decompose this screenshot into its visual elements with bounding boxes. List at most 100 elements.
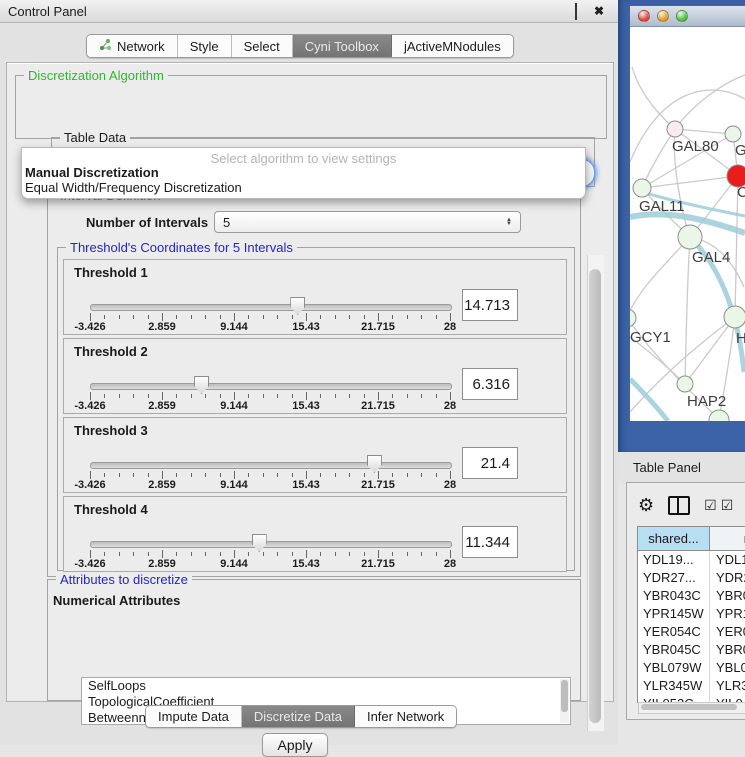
threshold-value-input[interactable]: 14.713	[462, 289, 518, 321]
table-row[interactable]: YLR345WYLR3	[638, 677, 745, 695]
network-window-titlebar[interactable]	[630, 6, 745, 27]
tick-mark	[90, 392, 91, 400]
network-edge[interactable]	[630, 237, 690, 318]
table-cell[interactable]: YER054C	[638, 623, 710, 641]
tick-mark	[421, 394, 422, 398]
table-panel-header: Table Panel	[618, 452, 745, 482]
table-cell[interactable]: YBL0	[710, 659, 745, 677]
column-header-1[interactable]: shared...	[638, 527, 710, 550]
table-cell[interactable]: YER0	[710, 623, 745, 641]
network-node-GAL4[interactable]	[678, 225, 702, 249]
table-cell[interactable]: YDR2	[710, 569, 745, 587]
float-window-icon[interactable]	[572, 4, 590, 19]
table-row[interactable]: YPR145WYPR1	[638, 605, 745, 623]
tick-label: 2.859	[148, 400, 176, 412]
apply-button[interactable]: Apply	[262, 733, 328, 757]
network-canvas[interactable]: GAL80GACGAL11GAL4GCY1HHAP2	[630, 27, 745, 421]
tick-mark	[205, 394, 206, 398]
algorithm-option[interactable]: Manual Discretization	[25, 165, 159, 180]
network-node-GAL80[interactable]	[667, 121, 683, 137]
attribute-item[interactable]: SelfLoops	[82, 678, 570, 694]
table-hscrollbar-thumb[interactable]	[641, 704, 737, 710]
tick-mark	[392, 315, 393, 319]
gear-icon[interactable]: ⚙	[638, 496, 654, 514]
table-cell[interactable]: YDL19...	[638, 551, 710, 569]
tick-mark	[378, 471, 379, 479]
algorithm-option[interactable]: Equal Width/Frequency Discretization	[25, 180, 242, 195]
network-edge[interactable]	[675, 75, 745, 129]
tick-mark	[148, 552, 149, 556]
network-edge-thick[interactable]	[630, 379, 668, 421]
table-cell[interactable]: YBR0	[710, 587, 745, 605]
network-node-GA[interactable]	[725, 126, 741, 142]
table-cell[interactable]: YDL1	[710, 551, 745, 569]
group-title: Attributes to discretize	[56, 572, 192, 587]
table-row[interactable]: YER054CYER0	[638, 623, 745, 641]
checkbox-icon[interactable]: ☑	[721, 498, 734, 512]
tab-cyni-toolbox[interactable]: Cyni Toolbox	[293, 35, 392, 57]
scrollbar-thumb[interactable]	[561, 680, 568, 712]
slider-tick-labels: -3.4262.8599.14415.4321.71528	[90, 321, 450, 333]
threshold-label: Threshold 2	[74, 344, 148, 359]
close-traffic-light[interactable]	[638, 10, 650, 22]
table-cell[interactable]: YBR043C	[638, 587, 710, 605]
tick-mark	[436, 315, 437, 319]
threshold-value-input[interactable]: 6.316	[462, 368, 518, 400]
threshold-slider-track[interactable]	[90, 541, 452, 548]
table-cell[interactable]: YLR345W	[638, 677, 710, 695]
list-scrollbar[interactable]	[560, 679, 569, 723]
table-panel-toolbar: ⚙ ☑ ☑	[638, 490, 745, 520]
table-cell[interactable]: YBL079W	[638, 659, 710, 677]
table-row[interactable]: YBR043CYBR0	[638, 587, 745, 605]
mode-tab-discretize-data[interactable]: Discretize Data	[242, 706, 355, 727]
table-row[interactable]: YDL19...YDL1	[638, 551, 745, 569]
column-header-2[interactable]: n	[710, 527, 745, 550]
network-node-HAP2[interactable]	[677, 376, 693, 392]
zoom-traffic-light[interactable]	[676, 10, 688, 22]
network-graph[interactable]: GAL80GACGAL11GAL4GCY1HHAP2	[630, 27, 745, 421]
network-edge[interactable]	[642, 129, 675, 188]
tick-mark	[220, 473, 221, 477]
tab-network[interactable]: Network	[87, 35, 178, 57]
threshold-slider-track[interactable]	[90, 304, 452, 311]
minimize-traffic-light[interactable]	[657, 10, 669, 22]
table-cell[interactable]: YPR1	[710, 605, 745, 623]
mode-tab-infer-network[interactable]: Infer Network	[355, 706, 456, 727]
tab-select[interactable]: Select	[232, 35, 293, 57]
network-node-H[interactable]	[724, 306, 745, 328]
tab-jactivemnodules[interactable]: jActiveMNodules	[392, 35, 513, 57]
slider-ticks	[90, 313, 450, 321]
table-cell[interactable]: YDR27...	[638, 569, 710, 587]
network-node-GCY1[interactable]	[630, 309, 636, 327]
table-hscrollbar[interactable]	[638, 702, 745, 714]
table-cell[interactable]: YBR045C	[638, 641, 710, 659]
checkbox-icon[interactable]: ☑	[704, 498, 717, 512]
threshold-value-input[interactable]: 21.4	[462, 447, 518, 479]
tick-label: 15.43	[292, 558, 320, 570]
mode-tab-impute-data[interactable]: Impute Data	[146, 706, 242, 727]
tick-mark	[162, 313, 163, 321]
table-row[interactable]: YBL079WYBL0	[638, 659, 745, 677]
panel-scrollbar-thumb[interactable]	[589, 269, 601, 723]
table-cell[interactable]: YPR145W	[638, 605, 710, 623]
network-edge[interactable]	[642, 176, 738, 188]
tab-style[interactable]: Style	[178, 35, 232, 57]
network-node-GAL11[interactable]	[633, 179, 651, 197]
network-edge[interactable]	[675, 129, 733, 134]
table-row[interactable]: YBR045CYBR0	[638, 641, 745, 659]
network-edge[interactable]	[632, 67, 675, 129]
network-edge[interactable]	[685, 237, 690, 384]
table-cell[interactable]: YBR0	[710, 641, 745, 659]
threshold-slider-track[interactable]	[90, 383, 452, 390]
table-row[interactable]: YDR27...YDR2	[638, 569, 745, 587]
num-intervals-combobox[interactable]: 5 ▲▼	[214, 211, 521, 233]
close-icon[interactable]: ✖	[590, 4, 608, 18]
threshold-label: Threshold 4	[74, 502, 148, 517]
tick-label: 21.715	[361, 400, 395, 412]
threshold-value-input[interactable]: 11.344	[462, 526, 518, 558]
threshold-slider-track[interactable]	[90, 462, 452, 469]
tick-label: 21.715	[361, 558, 395, 570]
tick-mark	[392, 394, 393, 398]
table-cell[interactable]: YLR3	[710, 677, 745, 695]
columns-icon[interactable]	[668, 496, 690, 515]
